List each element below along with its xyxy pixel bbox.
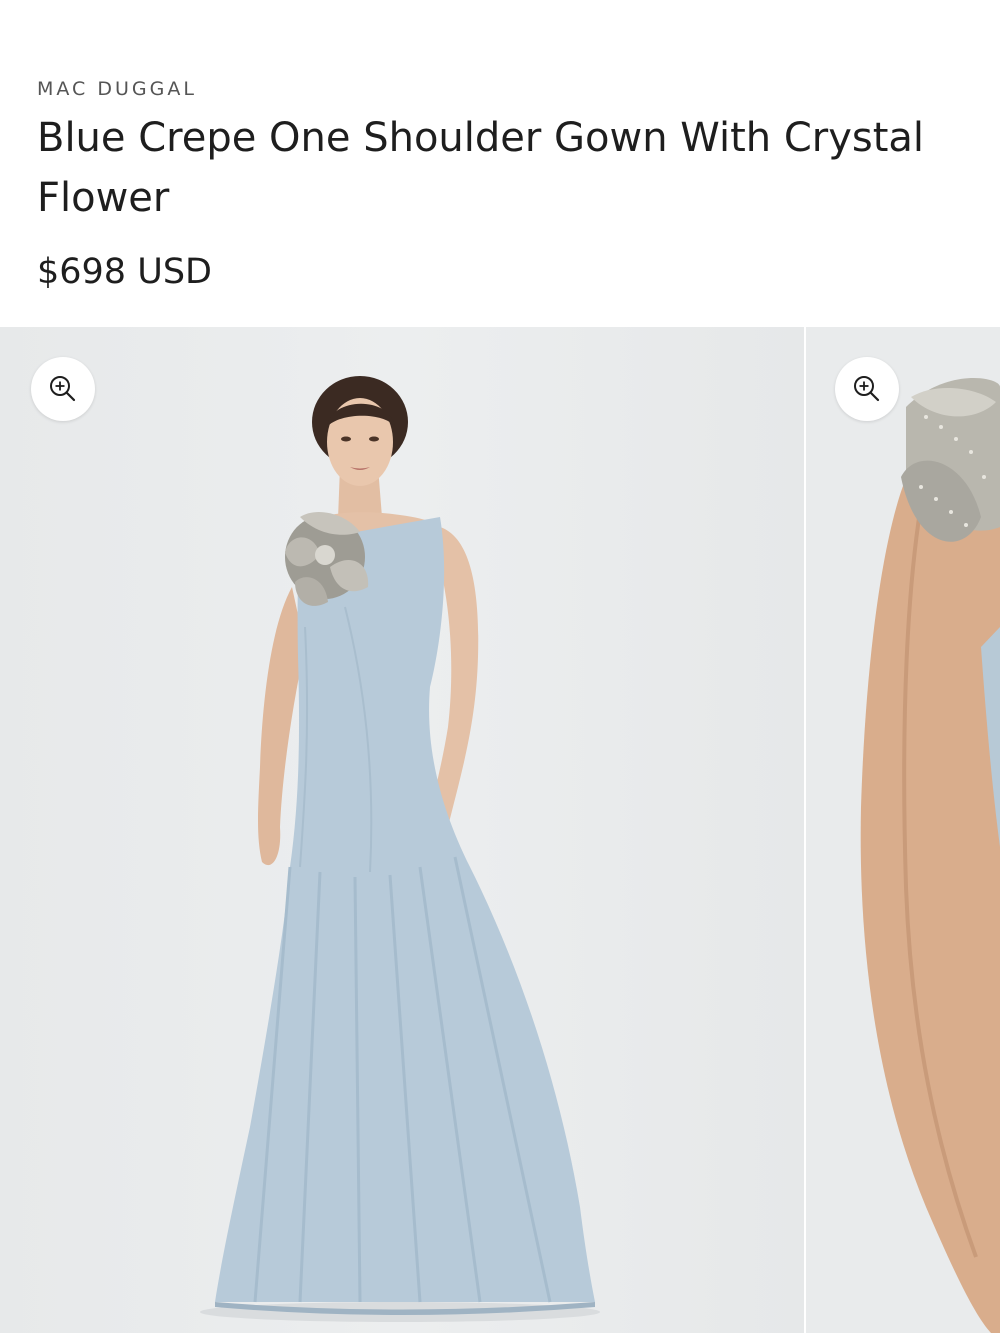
zoom-in-icon <box>50 376 76 402</box>
model-full-length-photo <box>200 376 600 1322</box>
zoom-button[interactable] <box>835 357 899 421</box>
product-title: Blue Crepe One Shoulder Gown With Crysta… <box>37 115 925 221</box>
gallery-slide-1[interactable] <box>0 327 804 1333</box>
product-price: $698 USD <box>37 252 212 292</box>
product-header: MAC DUGGAL Blue Crepe One Shoulder Gown … <box>0 0 1000 327</box>
crystal-flower-detail-photo <box>860 378 1000 1333</box>
vendor-name[interactable]: MAC DUGGAL <box>37 78 197 100</box>
gallery-slide-2[interactable] <box>806 327 1000 1333</box>
product-gallery[interactable] <box>0 327 1000 1333</box>
zoom-in-icon <box>854 376 880 402</box>
zoom-button[interactable] <box>31 357 95 421</box>
